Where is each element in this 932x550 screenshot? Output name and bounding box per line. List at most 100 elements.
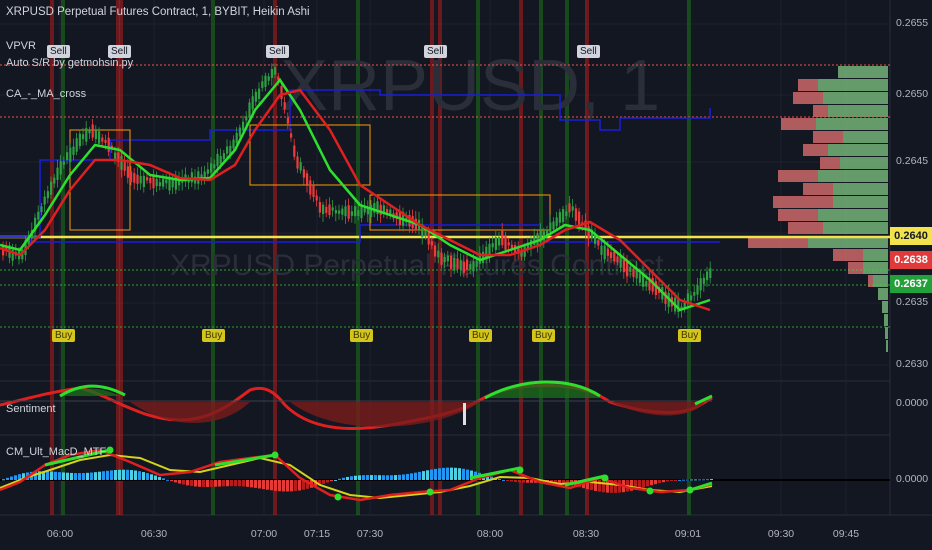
macd-histogram-bar xyxy=(598,480,601,492)
candle-body xyxy=(267,76,270,81)
macd-histogram-bar xyxy=(74,473,77,480)
vpvr-buy-bar xyxy=(886,340,888,352)
macd-histogram-bar xyxy=(182,480,185,485)
indicator-vpvr[interactable]: VPVR xyxy=(6,40,36,52)
macd-cross-dot xyxy=(516,466,524,474)
candle-body xyxy=(578,211,581,226)
macd-histogram-bar xyxy=(142,472,145,480)
macd-cross-dot xyxy=(686,486,694,494)
macd-histogram-bar xyxy=(146,473,149,480)
chart-canvas[interactable]: XRPUSD, 1 XRPUSD Perpetual Futures Contr… xyxy=(0,0,932,550)
macd-histogram-bar xyxy=(242,480,245,487)
time-tick: 09:30 xyxy=(767,528,795,540)
candle-body xyxy=(472,261,475,272)
candle-body xyxy=(56,167,59,180)
candle-body xyxy=(459,260,462,270)
vpvr-buy-bar xyxy=(818,170,888,182)
indicator-ma-cross[interactable]: CA_-_MA_cross xyxy=(6,88,86,100)
sentiment-pane-title[interactable]: Sentiment xyxy=(6,403,56,415)
candle-body xyxy=(440,252,443,265)
candle-body xyxy=(158,182,161,187)
candle-body xyxy=(101,137,104,142)
candle-body xyxy=(424,230,427,237)
candle-body xyxy=(690,295,693,301)
macd-histogram-bar xyxy=(334,479,337,481)
candle-body xyxy=(709,268,712,278)
candle-body xyxy=(446,255,449,262)
candle-body xyxy=(450,255,453,270)
macd-histogram-bar xyxy=(522,480,525,483)
vpvr-sell-bar xyxy=(813,105,828,117)
candle-body xyxy=(254,91,257,102)
candle-body xyxy=(347,205,350,219)
candle-body xyxy=(149,177,152,184)
candle-body xyxy=(587,226,590,239)
candle-body xyxy=(213,164,216,169)
candle-body xyxy=(498,237,501,246)
macd-histogram-bar xyxy=(378,475,381,480)
macd-histogram-bar xyxy=(62,472,65,480)
candle-body xyxy=(296,156,299,169)
candle-body xyxy=(280,86,283,99)
macd-histogram-bar xyxy=(390,475,393,480)
candle-body xyxy=(443,257,446,263)
macd-pane-title[interactable]: CM_Ult_MacD_MTF xyxy=(6,446,106,458)
time-tick: 08:00 xyxy=(476,528,504,540)
vpvr-buy-bar xyxy=(818,79,888,91)
candle-body xyxy=(549,222,552,232)
macd-zero-label: 0.0000 xyxy=(896,473,929,485)
candle-body xyxy=(290,133,293,138)
vpvr-sell-bar xyxy=(798,79,818,91)
macd-histogram-bar xyxy=(82,473,85,480)
macd-histogram-bar xyxy=(498,478,501,480)
time-tick: 07:15 xyxy=(303,528,331,540)
candle-body xyxy=(632,268,635,278)
macd-histogram-bar xyxy=(78,473,81,480)
sell-signal-tag: Sell xyxy=(577,45,600,58)
macd-histogram-bar xyxy=(690,479,693,481)
macd-histogram-bar xyxy=(454,467,457,480)
sell-signal-tag: Sell xyxy=(108,45,131,58)
macd-histogram-bar xyxy=(654,480,657,485)
time-tick: 06:00 xyxy=(46,528,74,540)
macd-histogram-bar xyxy=(618,480,621,493)
candle-body xyxy=(318,201,321,213)
candle-body xyxy=(334,210,337,214)
candle-body xyxy=(622,260,625,273)
macd-histogram-bar xyxy=(646,480,649,487)
macd-histogram-bar xyxy=(86,472,89,480)
macd-histogram-bar xyxy=(394,475,397,480)
candle-body xyxy=(299,162,302,171)
macd-histogram-bar xyxy=(254,480,257,488)
candle-body xyxy=(162,178,165,187)
macd-histogram-bar xyxy=(218,480,221,487)
candle-body xyxy=(645,281,648,287)
macd-histogram-bar xyxy=(382,475,385,480)
chart-title[interactable]: XRPUSD Perpetual Futures Contract, 1, BY… xyxy=(6,6,310,18)
candle-body xyxy=(603,245,606,260)
candle-body xyxy=(219,155,222,165)
candle-body xyxy=(130,171,133,182)
macd-histogram-bar xyxy=(166,479,169,481)
price-badge-last: 0.2638 xyxy=(890,251,932,269)
candle-body xyxy=(693,291,696,296)
macd-histogram-bar xyxy=(114,470,117,480)
candle-body xyxy=(312,185,315,197)
time-tick: 09:01 xyxy=(674,528,702,540)
sell-signal-line xyxy=(119,0,123,515)
macd-histogram-bar xyxy=(10,476,13,480)
macd-histogram-bar xyxy=(414,472,417,480)
candle-body xyxy=(309,180,312,195)
macd-histogram-bar xyxy=(262,480,265,490)
macd-histogram-bar xyxy=(362,475,365,480)
candle-body xyxy=(469,264,472,270)
candle-body xyxy=(430,241,433,246)
macd-histogram-bar xyxy=(2,479,5,481)
price-tick: 0.2635 xyxy=(896,296,929,308)
candle-body xyxy=(242,121,245,131)
candle-body xyxy=(699,278,702,291)
candle-body xyxy=(78,133,81,147)
candle-body xyxy=(306,173,309,185)
indicator-auto-sr[interactable]: Auto S/R by getmohsin.py xyxy=(6,57,133,69)
candle-body xyxy=(274,67,277,75)
